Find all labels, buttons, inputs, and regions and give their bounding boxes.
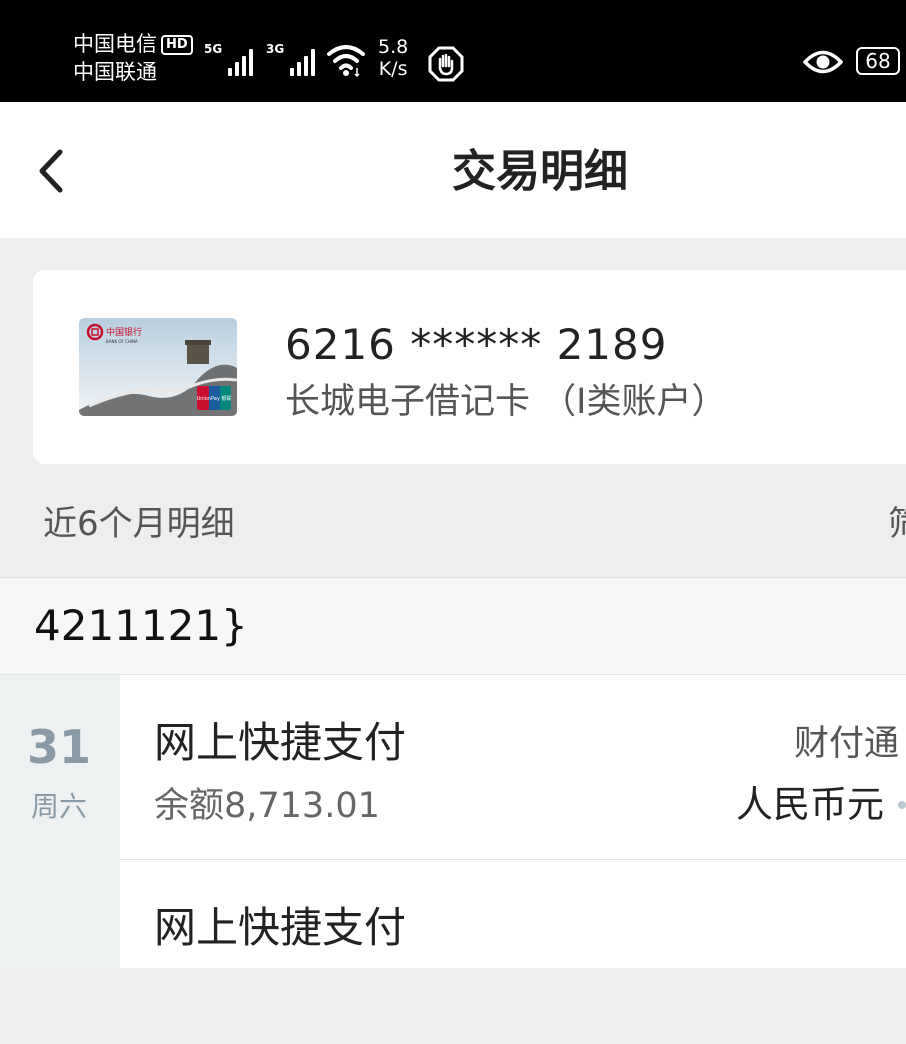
transaction-title: 网上快捷支付 [154,903,407,952]
wifi-icon [327,45,365,78]
carrier-info: 中国电信 HD 中国联通 [73,30,193,86]
battery-indicator: 68 [856,47,900,75]
sim1-signal-icon: 5G [204,40,258,76]
day-number: 31 [26,720,91,774]
speed-unit: K/s [378,58,408,80]
card-number: 6216 ****** 2189 [285,320,668,369]
transaction-row[interactable]: 网上快捷支付 余额8,713.01 财付通 人民币元 [120,675,906,860]
amount-dot-icon [898,801,906,809]
gesture-hand-icon [428,46,464,82]
account-card-panel[interactable]: 中国银行 BANK OF CHINA UnionPay 银联 6216 ****… [33,270,906,464]
sim1-network-label: 5G [204,42,223,56]
carrier-1-label: 中国电信 [73,32,157,56]
month-header: 4211121} [0,577,906,675]
transaction-row[interactable]: 网上快捷支付 [120,860,906,1044]
status-bar: 中国电信 HD 中国联通 5G 3G 5.8 K/s 68 [0,0,906,102]
date-column: 31 周六 [0,675,120,968]
nav-bar: 交易明细 [0,102,906,238]
speed-value: 5.8 [378,36,409,58]
unionpay-text: UnionPay 银联 [197,395,232,402]
carrier-2-label: 中国联通 [73,60,157,84]
eye-comfort-icon [803,50,843,74]
transaction-balance: 余额8,713.01 [154,786,380,826]
filter-button[interactable]: 筛 [888,500,906,548]
network-speed: 5.8 K/s [378,36,408,80]
sim2-network-label: 3G [266,42,285,56]
transaction-list: 网上快捷支付 余额8,713.01 财付通 人民币元 网上快捷支付 [120,675,906,968]
card-type: 长城电子借记卡 （I类账户） [285,382,727,422]
month-header-text: 4211121} [34,601,248,650]
sim2-signal-icon: 3G [266,40,320,76]
currency-label: 人民币元 [736,783,884,826]
bank-logo-text: 中国银行 [106,326,142,338]
hd-badge: HD [161,35,193,55]
bank-en-text: BANK OF CHINA [106,339,138,344]
bank-card-image: 中国银行 BANK OF CHINA UnionPay 银联 [79,318,237,416]
transaction-currency: 人民币元 [736,779,906,831]
section-label: 近6个月明细 [43,504,235,544]
transaction-merchant: 财付通 [794,724,900,764]
page-title: 交易明细 [452,146,628,197]
weekday: 周六 [30,790,87,823]
transaction-title: 网上快捷支付 [154,718,407,767]
